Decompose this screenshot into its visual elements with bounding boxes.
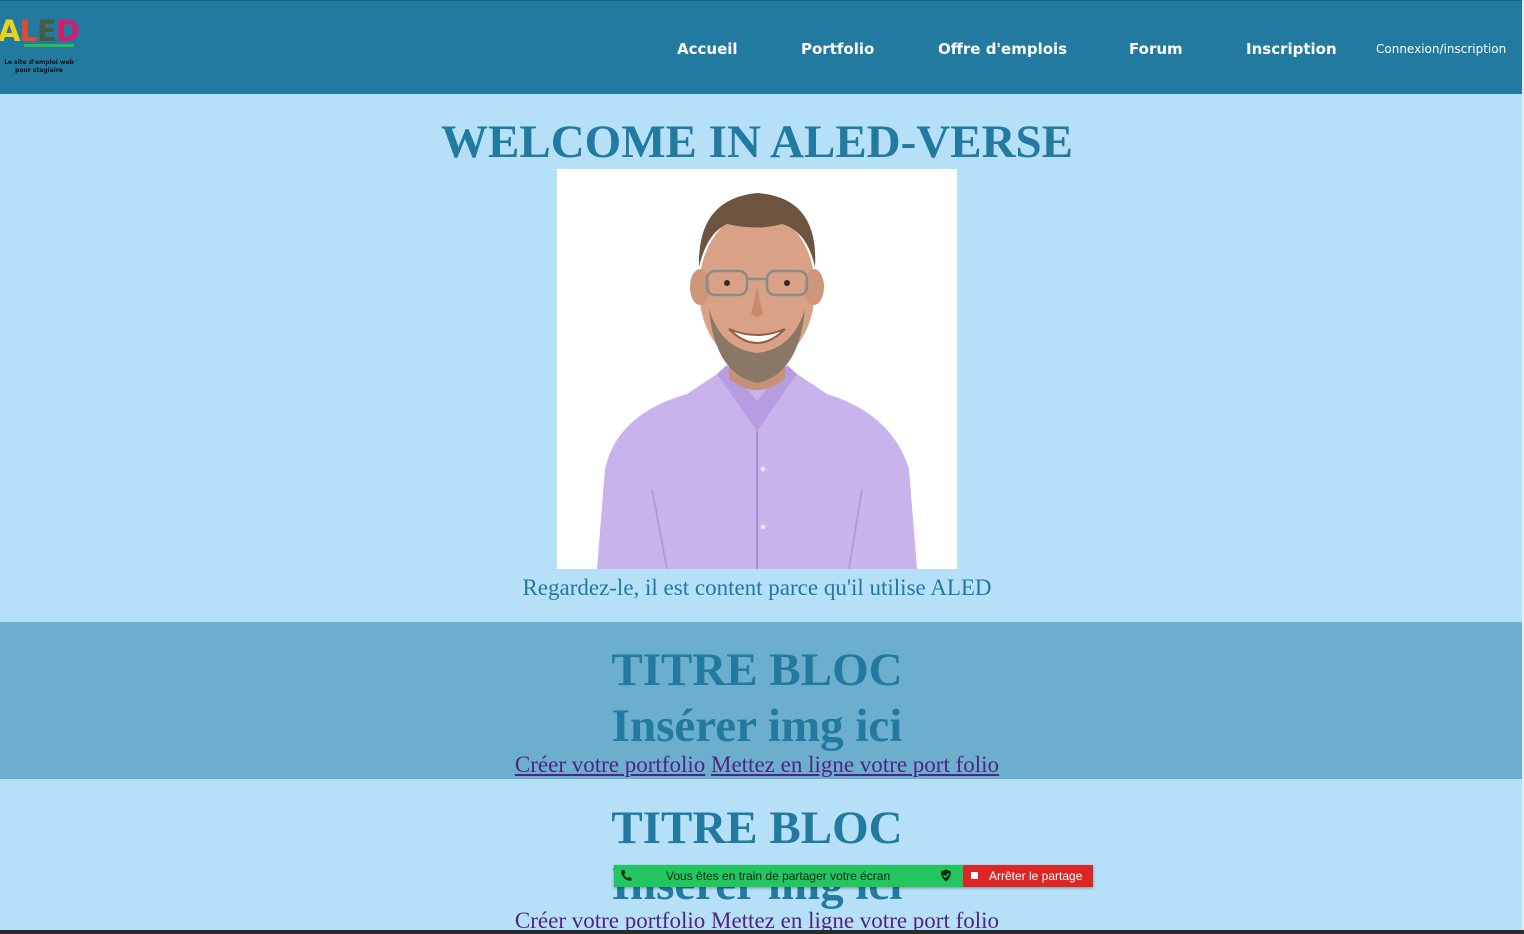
hero-caption: Regardez-le, il est content parce qu'il … xyxy=(522,575,992,600)
window-bottom-edge xyxy=(0,930,1524,934)
nav-accueil[interactable]: Accueil xyxy=(677,37,738,61)
nav-forum[interactable]: Forum xyxy=(1129,37,1183,61)
nav-inscription[interactable]: Inscription xyxy=(1246,37,1337,61)
block-1-links: Créer votre portfolio Mettez en ligne vo… xyxy=(0,751,1514,779)
stop-icon xyxy=(971,872,978,879)
nav-offres-emploi[interactable]: Offre d'emplois xyxy=(938,37,1067,61)
logo-underline xyxy=(24,44,74,47)
screen-share-bar: Vous êtes en train de partager votre écr… xyxy=(614,865,1093,887)
aled-logo[interactable]: ALED Le site d'emploi web pour stagiaire xyxy=(0,15,80,79)
create-portfolio-link[interactable]: Créer votre portfolio xyxy=(515,752,705,777)
logo-wordmark: ALED xyxy=(0,14,80,48)
nav-portfolio[interactable]: Portfolio xyxy=(801,37,874,61)
site-header: ALED Le site d'emploi web pour stagiaire… xyxy=(0,0,1522,94)
block-2-title: TITRE BLOC xyxy=(611,802,903,854)
phone-icon xyxy=(621,870,632,881)
hero-photo xyxy=(557,169,957,569)
block-1-image-placeholder: Insérer img ici xyxy=(611,700,903,752)
screen-share-message: Vous êtes en train de partager votre écr… xyxy=(614,865,963,887)
smiling-man-photo xyxy=(557,169,957,569)
block-1-title: TITRE BLOC xyxy=(611,644,903,696)
publish-portfolio-link[interactable]: Mettez en ligne votre port folio xyxy=(711,752,999,777)
nav-connexion-inscription[interactable]: Connexion/inscription xyxy=(1376,37,1506,61)
hero-title: WELCOME IN ALED-VERSE xyxy=(441,116,1073,168)
stop-sharing-button[interactable]: Arrêter le partage xyxy=(963,865,1093,887)
logo-tagline: Le site d'emploi web pour stagiaire xyxy=(4,59,74,74)
shield-icon xyxy=(941,869,951,882)
